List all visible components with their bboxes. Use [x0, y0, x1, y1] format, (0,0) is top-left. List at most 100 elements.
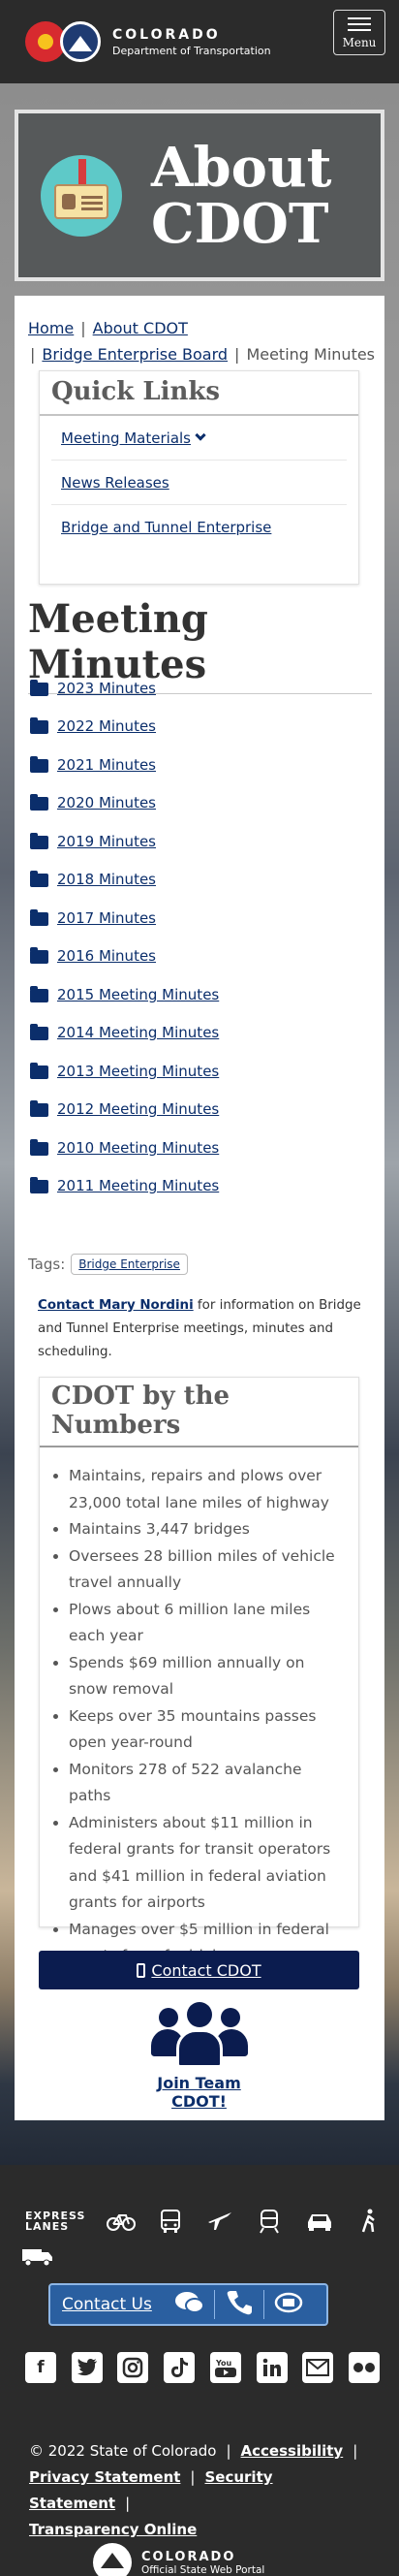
contact-cdot-button[interactable]: Contact CDOT: [39, 1951, 359, 1989]
list-item: 2013 Meeting Minutes: [30, 1052, 219, 1091]
folder-icon: [30, 871, 48, 888]
breadcrumb-about[interactable]: About CDOT: [93, 319, 188, 337]
privacy-statement-link[interactable]: Privacy Statement: [29, 2468, 180, 2486]
contact-note: Contact Mary Nordini for information on …: [38, 1294, 367, 1364]
chevron-down-icon[interactable]: [195, 429, 206, 441]
train-icon[interactable]: [255, 2210, 284, 2234]
footer-separator: |: [353, 2442, 358, 2460]
minutes-link[interactable]: 2019 Minutes: [57, 833, 156, 850]
express-lanes-line2: LANES: [25, 2220, 70, 2233]
facebook-icon[interactable]: f: [25, 2352, 56, 2383]
portal-subtitle: Official State Web Portal: [141, 2563, 265, 2576]
tag-chip: Bridge Enterprise: [71, 1254, 188, 1275]
page-title: About CDOT: [151, 140, 332, 252]
breadcrumb-bridge-board[interactable]: Bridge Enterprise Board: [42, 345, 228, 364]
minutes-link[interactable]: 2021 Minutes: [57, 756, 156, 774]
bus-icon[interactable]: [156, 2210, 185, 2233]
phone-icon[interactable]: [225, 2288, 254, 2321]
linkedin-icon[interactable]: [256, 2352, 288, 2383]
list-item: Monitors 278 of 522 avalanche paths: [69, 1757, 347, 1810]
quick-link-item: Meeting Materials: [51, 416, 347, 461]
minutes-link[interactable]: 2015 Meeting Minutes: [57, 986, 219, 1003]
list-item: Plows about 6 million lane miles each ye…: [69, 1597, 347, 1650]
minutes-link[interactable]: 2013 Meeting Minutes: [57, 1063, 219, 1080]
list-item: Oversees 28 billion miles of vehicle tra…: [69, 1543, 347, 1597]
breadcrumb-separator: |: [30, 345, 36, 364]
list-item: 2015 Meeting Minutes: [30, 975, 219, 1014]
meeting-materials-link[interactable]: Meeting Materials: [61, 429, 191, 447]
minutes-link[interactable]: 2011 Meeting Minutes: [57, 1177, 219, 1194]
list-item: 2010 Meeting Minutes: [30, 1129, 219, 1167]
join-team-block[interactable]: Join Team CDOT!: [131, 2002, 267, 2111]
quick-link-item: Bridge and Tunnel Enterprise: [51, 505, 347, 550]
airplane-icon[interactable]: [205, 2210, 234, 2233]
folder-icon: [30, 1138, 48, 1156]
tiktok-icon[interactable]: [164, 2352, 196, 2383]
menu-button[interactable]: Menu: [333, 10, 385, 55]
divider: [213, 2290, 215, 2319]
pedestrian-icon[interactable]: [354, 2209, 384, 2233]
list-item: 2021 Minutes: [30, 746, 219, 784]
minutes-link[interactable]: 2010 Meeting Minutes: [57, 1139, 219, 1157]
copyright-text: © 2022 State of Colorado: [29, 2442, 217, 2460]
portal-name: COLORADO: [141, 2549, 236, 2564]
contact-us-link[interactable]: Contact Us: [62, 2295, 152, 2314]
minutes-link[interactable]: 2014 Meeting Minutes: [57, 1024, 219, 1041]
chat-icon[interactable]: [173, 2289, 204, 2320]
contact-us-bar[interactable]: Contact Us: [48, 2283, 328, 2326]
social-links: f You: [25, 2352, 380, 2383]
minutes-link[interactable]: 2022 Minutes: [57, 717, 156, 735]
divider: [262, 2290, 264, 2319]
minutes-link[interactable]: 2016 Minutes: [57, 947, 156, 965]
list-item: 2016 Minutes: [30, 938, 219, 976]
folder-icon: [30, 1024, 48, 1041]
minutes-link[interactable]: 2023 Minutes: [57, 680, 156, 697]
folder-icon: [30, 832, 48, 849]
list-item: 2020 Minutes: [30, 784, 219, 823]
minutes-link[interactable]: 2012 Meeting Minutes: [57, 1100, 219, 1118]
youtube-icon[interactable]: You: [209, 2352, 241, 2383]
list-item: Keeps over 35 mountains passes open year…: [69, 1703, 347, 1757]
folder-icon: [30, 1062, 48, 1079]
car-icon[interactable]: [305, 2210, 334, 2233]
cdot-logo[interactable]: COLORADO Department of Transportation: [25, 21, 271, 62]
folder-icon: [30, 717, 48, 735]
tag-bridge-enterprise[interactable]: Bridge Enterprise: [78, 1257, 180, 1271]
mobile-phone-icon: [137, 1962, 146, 1978]
folder-icon: [30, 794, 48, 811]
contact-mary-nordini-link[interactable]: Contact Mary Nordini: [38, 1298, 194, 1313]
folder-icon: [30, 908, 48, 926]
join-team-link[interactable]: Join Team CDOT!: [131, 2074, 267, 2111]
folder-icon: [30, 1100, 48, 1118]
minutes-link[interactable]: 2017 Minutes: [57, 909, 156, 927]
list-item: 2014 Meeting Minutes: [30, 1014, 219, 1053]
cdot-by-the-numbers-box: CDOT by the Numbers Maintains, repairs a…: [39, 1377, 359, 1964]
express-lanes-logo[interactable]: EXPRESS LANES: [25, 2210, 85, 2232]
list-item: Administers about $11 million in federal…: [69, 1810, 347, 1917]
accessibility-link[interactable]: Accessibility: [241, 2442, 344, 2460]
list-item: 2018 Minutes: [30, 861, 219, 900]
twitter-icon[interactable]: [71, 2352, 103, 2383]
official-portal-logo[interactable]: COLORADO Official State Web Portal: [93, 2543, 264, 2576]
quick-link-item: News Releases: [51, 461, 347, 505]
truck-icon[interactable]: [21, 2246, 54, 2272]
511-icon[interactable]: [274, 2291, 303, 2318]
minutes-link[interactable]: 2020 Minutes: [57, 794, 156, 811]
list-item: 2011 Meeting Minutes: [30, 1167, 219, 1206]
minutes-link[interactable]: 2018 Minutes: [57, 871, 156, 888]
news-releases-link[interactable]: News Releases: [61, 474, 169, 492]
list-item: Maintains 3,447 bridges: [69, 1516, 347, 1543]
numbers-title: CDOT by the Numbers: [40, 1378, 358, 1447]
breadcrumb-current: Meeting Minutes: [246, 345, 376, 364]
hero-banner: About CDOT: [15, 110, 384, 281]
instagram-icon[interactable]: [117, 2352, 149, 2383]
breadcrumb-home[interactable]: Home: [28, 319, 74, 337]
email-icon[interactable]: [302, 2352, 334, 2383]
footer-separator: |: [190, 2468, 196, 2486]
bridge-tunnel-enterprise-link[interactable]: Bridge and Tunnel Enterprise: [61, 519, 271, 536]
bicycle-icon[interactable]: [106, 2210, 136, 2233]
transparency-online-link[interactable]: Transparency Online: [29, 2521, 197, 2538]
folder-icon: [30, 755, 48, 773]
flickr-icon[interactable]: [348, 2352, 380, 2383]
content-panel: Home | About CDOT | Bridge Enterprise Board…: [15, 296, 384, 2120]
